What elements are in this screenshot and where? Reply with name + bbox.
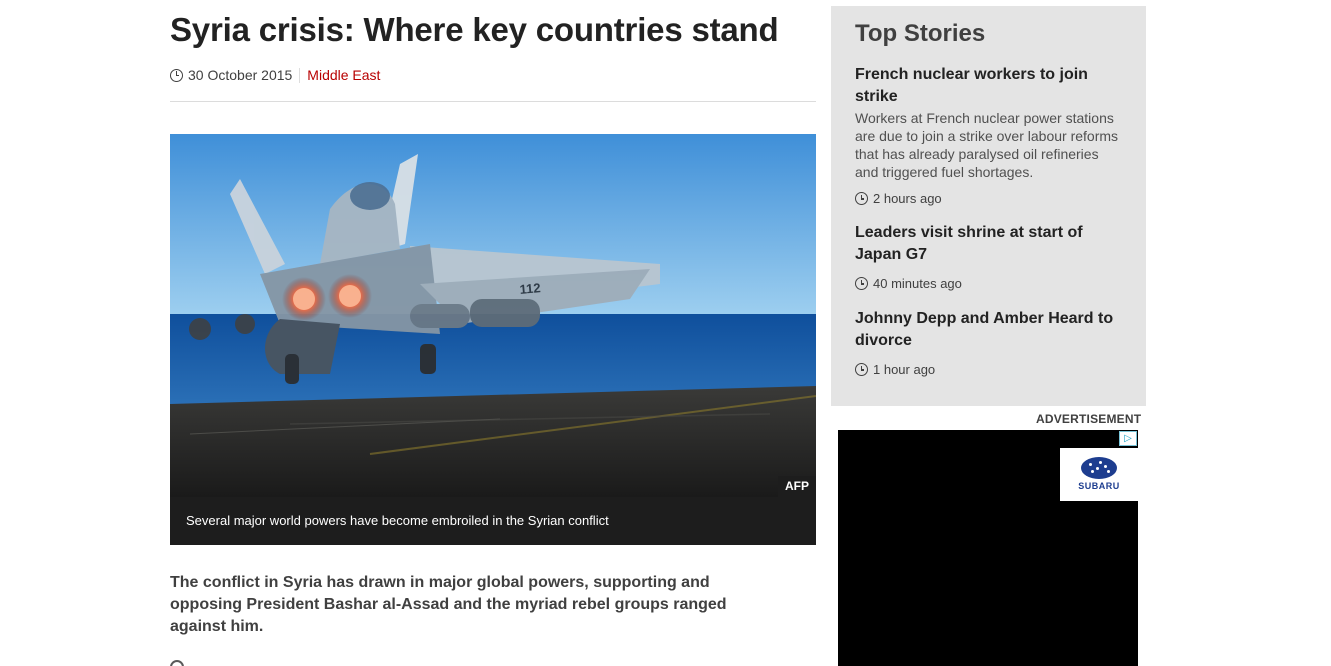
subaru-logo[interactable]: SUBARU (1060, 448, 1138, 501)
story-timestamp: 2 hours ago (855, 191, 1125, 206)
story-timestamp: 1 hour ago (855, 362, 1125, 377)
header-divider (170, 101, 816, 102)
advertisement-label: ADVERTISEMENT (1036, 412, 1142, 426)
clock-icon (170, 660, 184, 666)
clock-icon (855, 192, 868, 205)
story-timestamp: 40 minutes ago (855, 276, 1125, 291)
jet-photo: 112 (170, 134, 816, 497)
story-time: 40 minutes ago (873, 276, 962, 291)
clock-icon (855, 363, 868, 376)
story-time: 1 hour ago (873, 362, 936, 377)
next-section-icons (170, 660, 230, 666)
subaru-wordmark: SUBARU (1078, 481, 1120, 491)
section-link[interactable]: Middle East (307, 67, 380, 83)
advertisement[interactable]: ▷ SUBARU (838, 430, 1138, 666)
jet-number: 112 (519, 280, 541, 297)
story-time: 2 hours ago (873, 191, 942, 206)
clock-icon (170, 68, 183, 82)
story-title-link[interactable]: French nuclear workers to join strike (855, 64, 1125, 108)
story-title-link[interactable]: Johnny Depp and Amber Heard to divorce (855, 308, 1125, 352)
image-caption: Several major world powers have become e… (170, 497, 816, 545)
story-title-link[interactable]: Leaders visit shrine at start of Japan G… (855, 222, 1125, 266)
top-story-item[interactable]: Leaders visit shrine at start of Japan G… (855, 222, 1125, 291)
article-figure: 112 AFP Several major world powers have … (170, 134, 816, 545)
subaru-badge-icon (1081, 457, 1117, 479)
top-stories-panel: Top Stories French nuclear workers to jo… (831, 6, 1146, 406)
adchoices-icon[interactable]: ▷ (1119, 431, 1137, 446)
clock-icon (855, 277, 868, 290)
image-credit: AFP (778, 476, 816, 497)
story-summary: Workers at French nuclear power stations… (855, 110, 1119, 180)
meta-divider (299, 67, 301, 83)
top-story-item[interactable]: Johnny Depp and Amber Heard to divorce 1… (855, 308, 1125, 377)
top-stories-title: Top Stories (855, 20, 986, 47)
top-story-item[interactable]: French nuclear workers to join strike Wo… (855, 64, 1125, 206)
page-title: Syria crisis: Where key countries stand (170, 11, 779, 48)
article-meta: 30 October 2015 Middle East (170, 66, 380, 84)
article-intro: The conflict in Syria has drawn in major… (170, 574, 727, 635)
article-date: 30 October 2015 (188, 67, 293, 83)
